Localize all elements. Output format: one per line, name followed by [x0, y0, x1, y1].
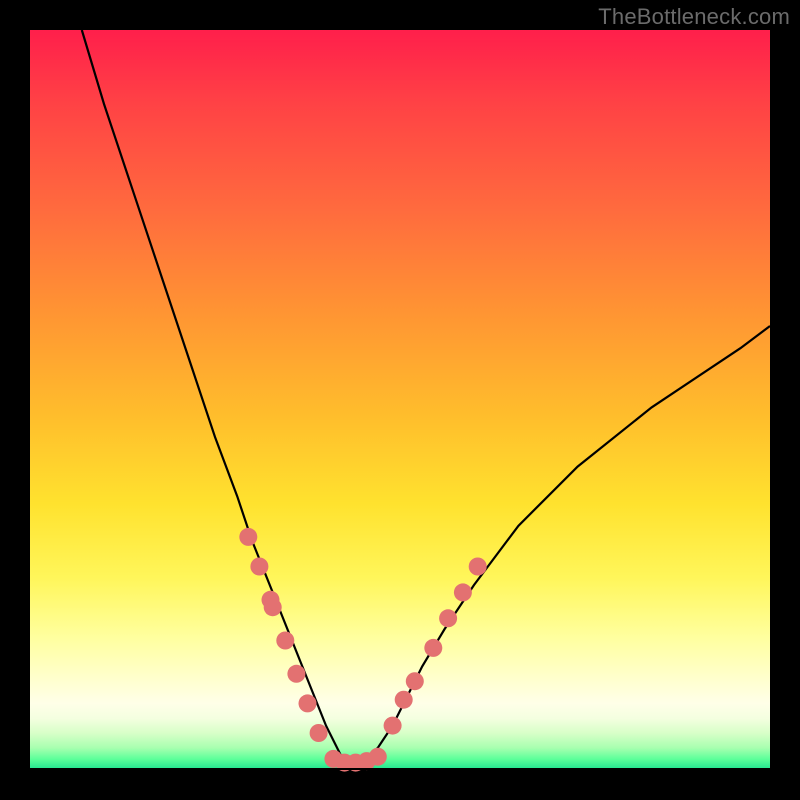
data-point — [469, 558, 487, 576]
data-point — [287, 665, 305, 683]
data-point — [310, 724, 328, 742]
data-point — [395, 691, 413, 709]
data-point — [439, 609, 457, 627]
data-point — [250, 558, 268, 576]
chart-frame: TheBottleneck.com — [0, 0, 800, 800]
data-point — [384, 717, 402, 735]
watermark-label: TheBottleneck.com — [598, 4, 790, 30]
data-point — [369, 748, 387, 766]
data-markers — [239, 528, 486, 772]
data-point — [424, 639, 442, 657]
data-point — [264, 598, 282, 616]
data-point — [239, 528, 257, 546]
data-point — [406, 672, 424, 690]
data-point — [299, 694, 317, 712]
curve-svg — [30, 30, 770, 770]
data-point — [276, 632, 294, 650]
data-point — [454, 583, 472, 601]
plot-area — [30, 30, 770, 770]
x-axis-baseline — [30, 768, 770, 770]
bottleneck-curve — [82, 30, 770, 770]
